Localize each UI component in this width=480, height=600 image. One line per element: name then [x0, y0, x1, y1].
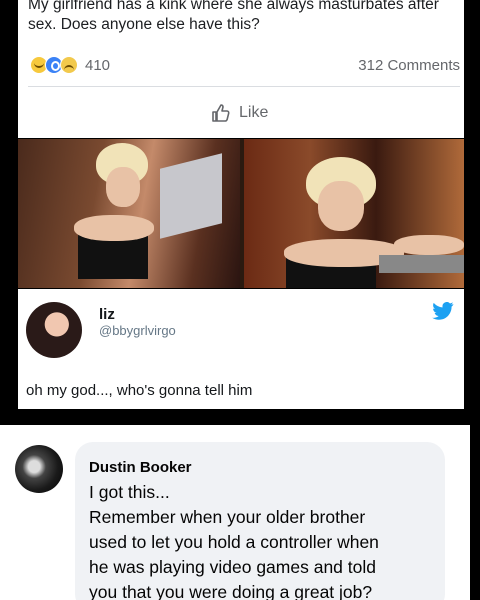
like-label: Like — [239, 104, 269, 121]
comment-line: used to let you hold a controller when — [89, 532, 379, 552]
comments-count-link[interactable]: 312 Comments — [358, 57, 460, 74]
tweet-card: liz @bbygrlvirgo oh my god..., who's gon… — [18, 289, 464, 409]
reactions-bar[interactable]: 410 — [30, 56, 110, 74]
photo-strip — [18, 139, 464, 288]
facebook-post: My girlfriend has a kink where she alway… — [18, 0, 464, 138]
comment-line: Remember when your older brother — [89, 507, 366, 527]
avatar[interactable] — [26, 302, 82, 358]
comment-bubble: Dustin Booker I got this... Remember whe… — [75, 442, 445, 600]
comment-section: Dustin Booker I got this... Remember whe… — [0, 425, 470, 600]
thumbs-up-icon — [212, 104, 230, 122]
sad-reaction-icon — [60, 56, 78, 74]
avatar[interactable] — [15, 445, 63, 493]
divider — [28, 86, 460, 87]
comment-text: I got this... Remember when your older b… — [89, 480, 434, 600]
tweet-author-name[interactable]: liz — [99, 306, 115, 323]
photo-woman-with-laptop-left — [18, 139, 240, 288]
like-button[interactable]: Like — [211, 103, 268, 123]
comment-author-name[interactable]: Dustin Booker — [89, 459, 192, 476]
post-text: My girlfriend has a kink where she alway… — [28, 0, 439, 33]
reaction-count: 410 — [85, 56, 111, 74]
tweet-author-handle[interactable]: @bbygrlvirgo — [99, 323, 176, 338]
comment-line: I got this... — [89, 482, 170, 502]
tweet-text: oh my god..., who's gonna tell him — [26, 382, 253, 399]
twitter-bird-icon — [432, 302, 454, 320]
comment-line: he was playing video games and told — [89, 557, 376, 577]
photo-woman-with-laptop-right — [244, 139, 464, 288]
comment-line: you that you were doing a great job? — [89, 582, 373, 600]
